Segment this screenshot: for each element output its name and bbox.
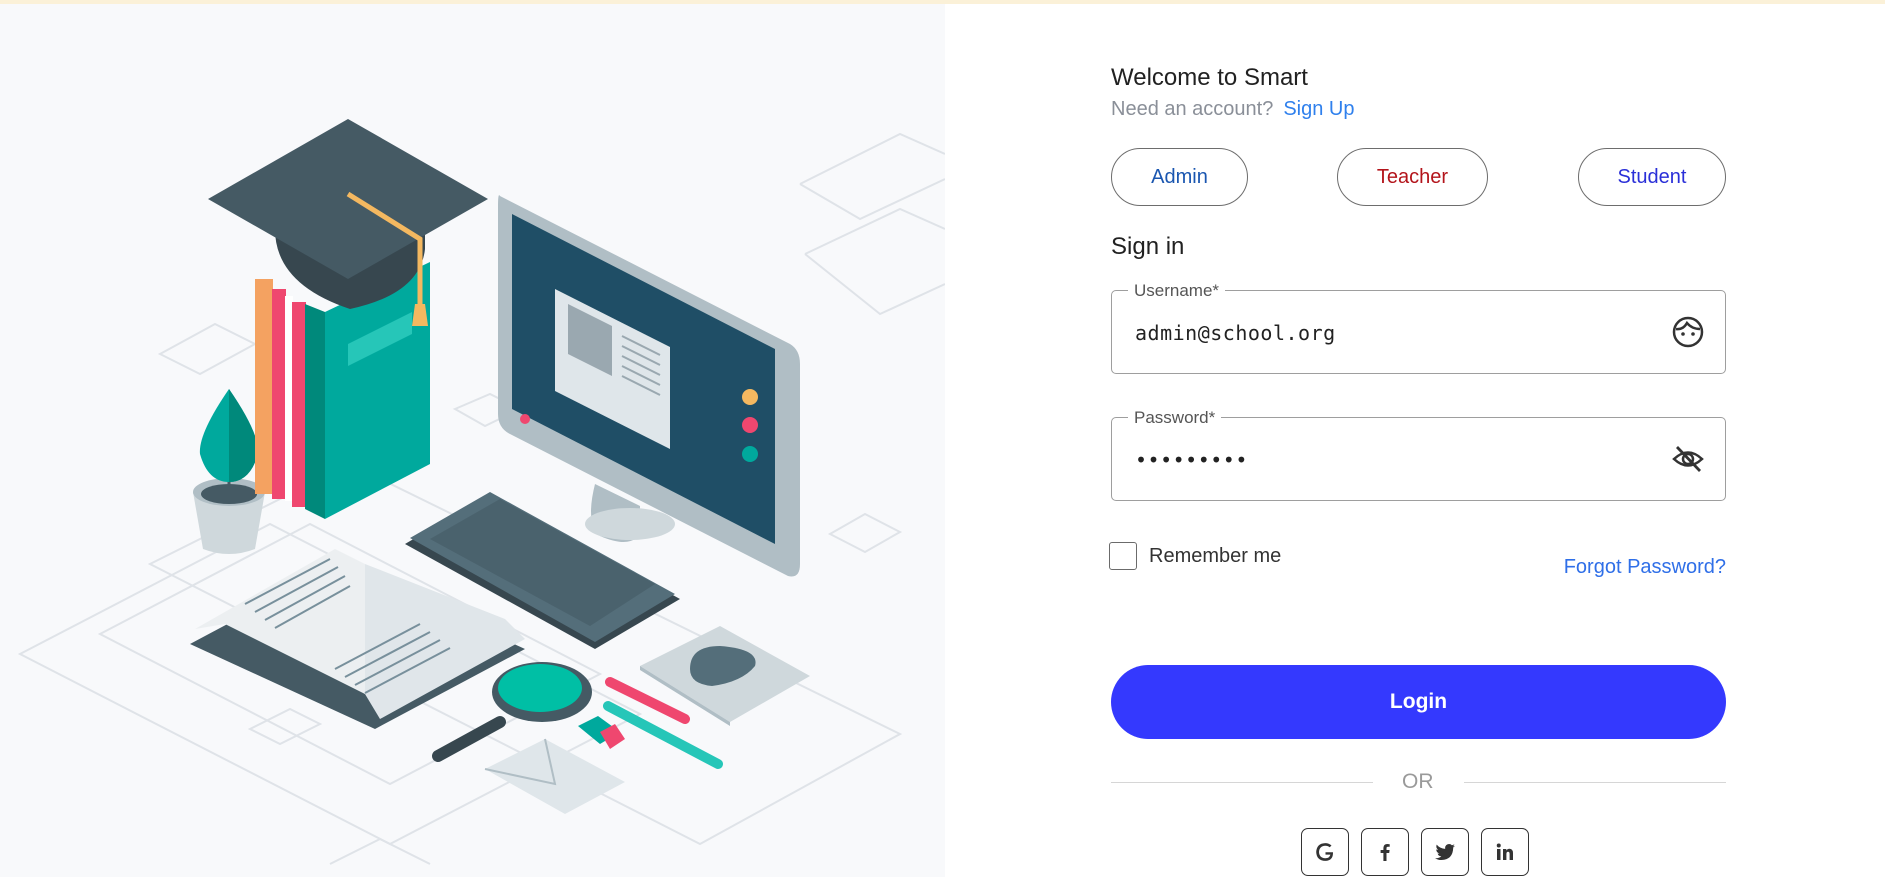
or-divider-text: OR	[1402, 770, 1434, 793]
google-icon	[1316, 843, 1334, 861]
remember-me-checkbox[interactable]	[1109, 542, 1137, 570]
password-label: Password*	[1128, 408, 1222, 428]
twitter-login-button[interactable]	[1421, 828, 1469, 876]
role-teacher-button[interactable]: Teacher	[1337, 148, 1488, 206]
need-account-text: Need an account?	[1111, 98, 1274, 120]
role-admin-button[interactable]: Admin	[1111, 148, 1248, 206]
facebook-login-button[interactable]	[1361, 828, 1409, 876]
username-label: Username*	[1128, 281, 1226, 301]
login-button[interactable]: Login	[1111, 665, 1726, 739]
username-field[interactable]: Username* admin@school.org	[1111, 281, 1726, 374]
facebook-icon	[1380, 844, 1390, 861]
linkedin-login-button[interactable]	[1481, 828, 1529, 876]
login-form: Welcome to Smart Need an account? Sign Up…	[1109, 0, 1726, 877]
or-divider-right	[1464, 782, 1726, 783]
login-illustration	[0, 4, 945, 877]
need-account-row: Need an account? Sign Up	[1111, 98, 1355, 121]
google-login-button[interactable]	[1301, 828, 1349, 876]
password-field[interactable]: Password* •••••••••	[1111, 408, 1726, 501]
welcome-title: Welcome to Smart	[1111, 64, 1308, 91]
role-student-button[interactable]: Student	[1578, 148, 1726, 206]
remember-me-label: Remember me	[1149, 544, 1282, 567]
face-icon	[1672, 316, 1704, 348]
or-divider-left	[1111, 782, 1373, 783]
eye-off-icon[interactable]	[1671, 442, 1705, 476]
signup-link[interactable]: Sign Up	[1283, 98, 1354, 120]
signin-title: Sign in	[1111, 233, 1185, 260]
linkedin-icon	[1496, 843, 1513, 860]
username-input[interactable]: admin@school.org	[1135, 321, 1336, 345]
password-input[interactable]: •••••••••	[1135, 448, 1248, 472]
forgot-password-link[interactable]: Forgot Password?	[1564, 556, 1726, 579]
remember-me-row: Remember me	[1109, 542, 1281, 570]
twitter-icon	[1435, 844, 1455, 860]
